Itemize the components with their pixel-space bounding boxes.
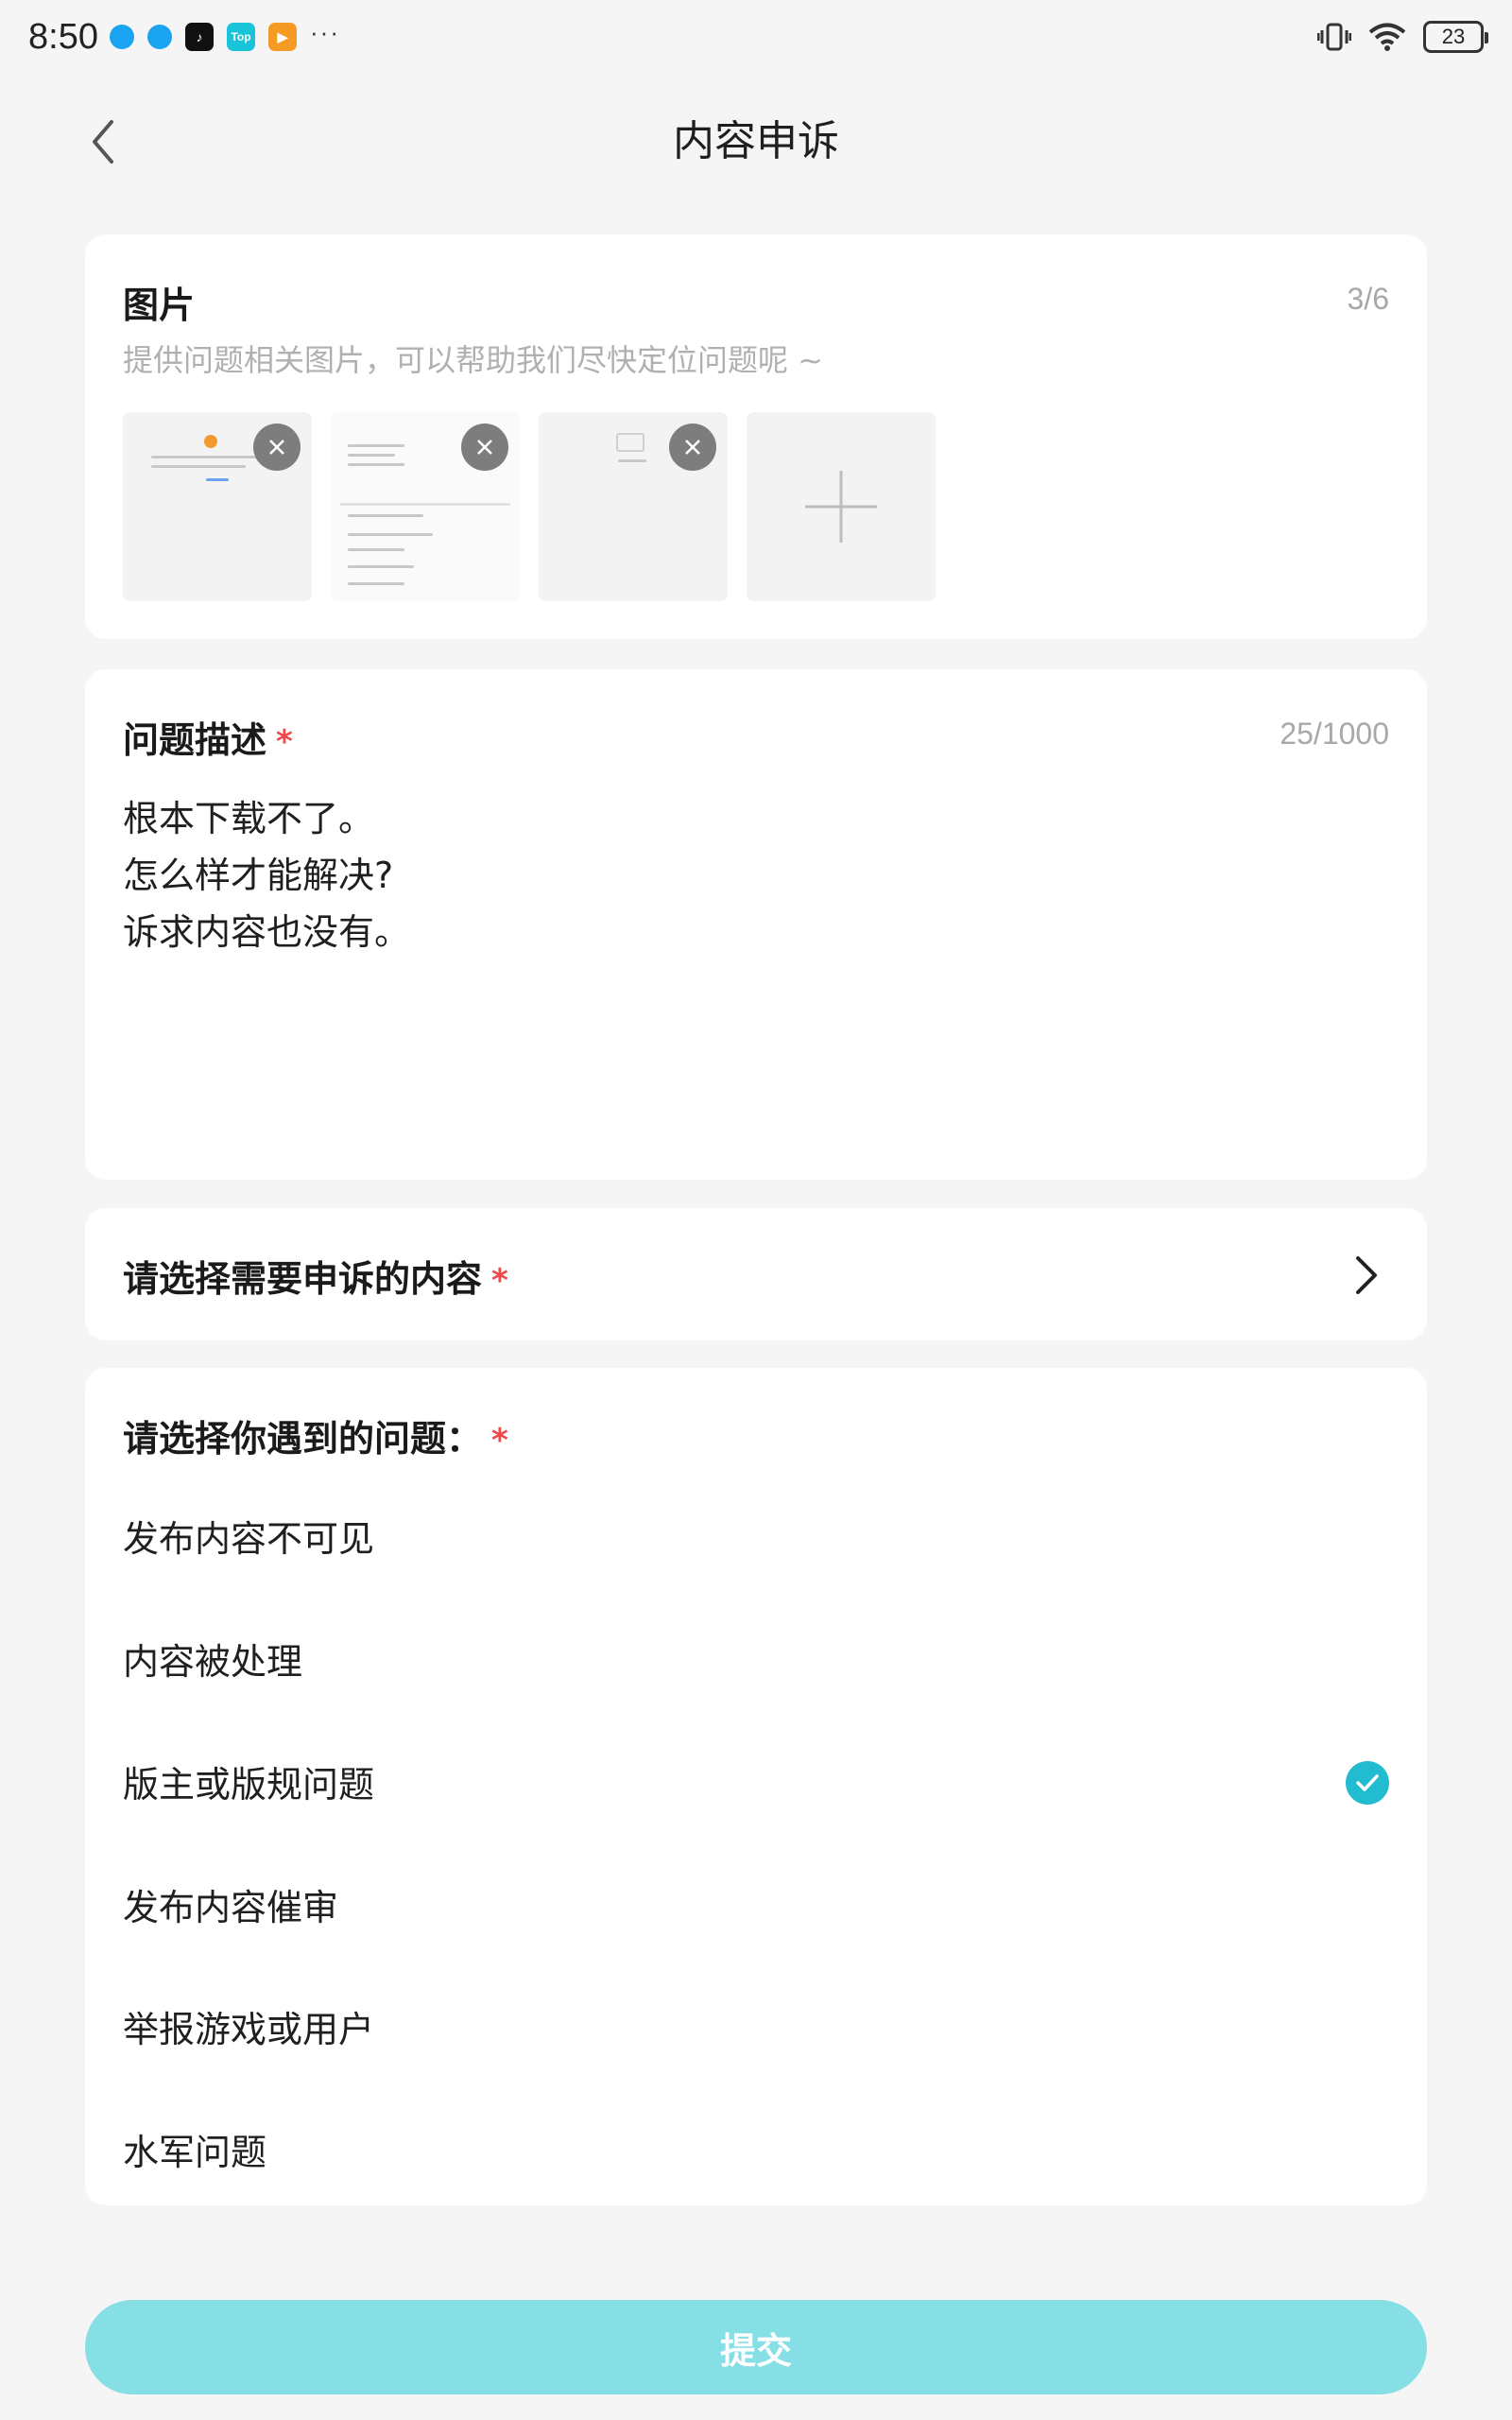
image-thumbnails [123,412,936,601]
status-app-icons: ♪ Top ▶ ··· [110,18,340,51]
play-app-icon: ▶ [268,23,297,51]
problem-option-label: 版主或版规问题 [123,1764,375,1806]
check-icon [1346,1761,1389,1805]
problem-option-label: 水军问题 [123,2132,267,2173]
description-line: 根本下载不了。 [123,798,375,839]
status-time: 8:50 [28,17,98,57]
remove-image-button[interactable] [253,424,301,471]
description-count: 25/1000 [1280,717,1389,751]
vibrate-icon [1317,23,1351,51]
problem-option-label: 举报游戏或用户 [123,2009,375,2050]
submit-button[interactable]: 提交 [85,2300,1427,2394]
close-icon [269,440,284,455]
problem-option[interactable]: 举报游戏或用户 [85,1978,1427,2072]
description-line: 诉求内容也没有。 [123,911,411,953]
problem-card: 请选择你遇到的问题： * 发布内容不可见 内容被处理 版主或版规问题 发布内容催审… [85,1368,1427,2205]
bird-app-icon [110,25,134,49]
image-thumbnail[interactable] [123,412,312,601]
problem-option-selected[interactable]: 版主或版规问题 [85,1733,1427,1827]
images-title: 图片 [123,285,196,326]
image-thumbnail[interactable] [331,412,520,601]
select-content-label: 请选择需要申诉的内容 * [123,1258,508,1300]
add-image-button[interactable] [747,412,936,601]
description-textarea[interactable]: 根本下载不了。 怎么样才能解决? 诉求内容也没有。 [123,790,410,960]
required-star: * [491,1262,508,1300]
close-icon [477,440,492,455]
problem-option-label: 内容被处理 [123,1641,303,1683]
wifi-icon [1368,23,1406,51]
plus-icon [805,471,877,543]
page-title: 内容申诉 [673,117,839,165]
images-card: 图片 3/6 提供问题相关图片，可以帮助我们尽快定位问题呢 ~ [85,234,1427,639]
chevron-right-icon [1348,1252,1385,1299]
remove-image-button[interactable] [669,424,716,471]
description-title: 问题描述 * [123,719,293,761]
close-icon [685,440,700,455]
problem-option-label: 发布内容不可见 [123,1518,375,1560]
problem-option-label: 发布内容催审 [123,1887,339,1928]
bird-app-icon [147,25,172,49]
required-star: * [276,723,293,761]
problem-option[interactable]: 发布内容不可见 [85,1487,1427,1582]
select-content-row[interactable]: 请选择需要申诉的内容 * [85,1208,1427,1340]
remove-image-button[interactable] [461,424,508,471]
tiktok-icon: ♪ [185,23,214,51]
status-right: 23 [1317,21,1488,53]
status-bar: 8:50 ♪ Top ▶ ··· 23 [0,0,1512,76]
problem-option[interactable]: 内容被处理 [85,1610,1427,1704]
problem-option[interactable]: 水军问题 [85,2100,1427,2195]
description-line: 怎么样才能解决? [123,855,394,896]
image-thumbnail[interactable] [539,412,728,601]
description-card: 问题描述 * 25/1000 根本下载不了。 怎么样才能解决? 诉求内容也没有。 [85,669,1427,1180]
problem-title: 请选择你遇到的问题： * [123,1418,508,1460]
images-count: 3/6 [1347,282,1389,316]
images-hint: 提供问题相关图片，可以帮助我们尽快定位问题呢 ~ [123,342,823,378]
battery-indicator: 23 [1423,21,1488,53]
more-notifications-icon: ··· [310,17,340,46]
top-app-icon: Top [227,23,255,51]
problem-option[interactable]: 发布内容催审 [85,1856,1427,1950]
required-star: * [491,1422,508,1460]
thumbnail-content [204,435,217,448]
